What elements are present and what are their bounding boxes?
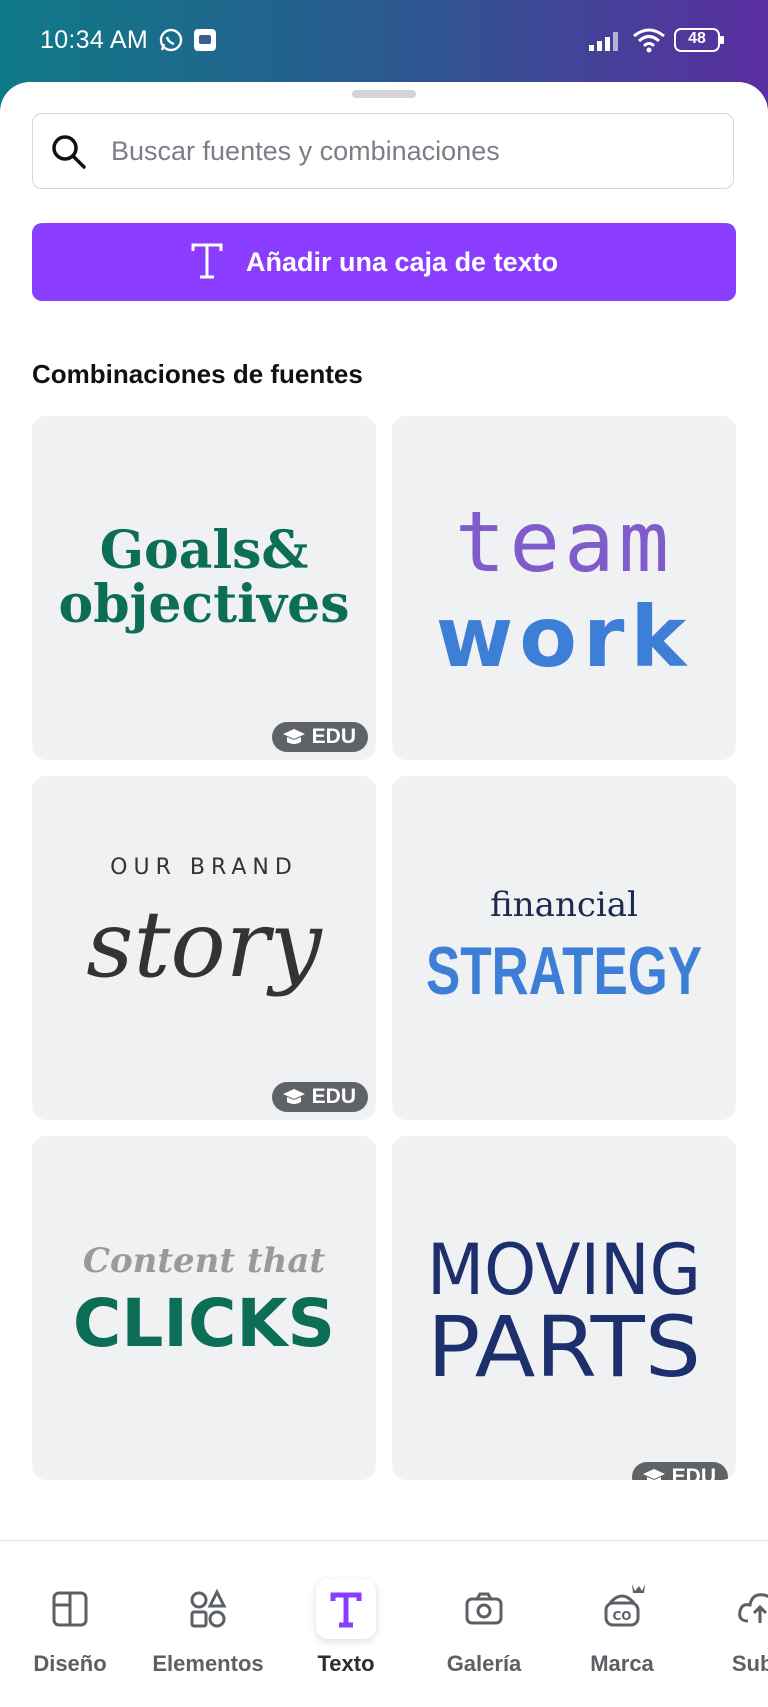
nav-label: Marca — [590, 1651, 654, 1676]
graduation-cap-icon — [282, 729, 305, 744]
combo-line2: CLICKS — [73, 1285, 335, 1362]
edu-badge: EDU — [271, 1082, 368, 1112]
search-icon — [52, 135, 86, 169]
svg-text:CO: CO — [612, 1609, 631, 1623]
sheet-drag-handle[interactable] — [352, 90, 416, 98]
nav-label: Diseño — [33, 1651, 107, 1676]
text-icon — [316, 1579, 376, 1639]
graduation-cap-icon — [642, 1469, 665, 1480]
search-input[interactable]: Buscar fuentes y combinaciones — [32, 113, 734, 189]
font-combinations-grid: Goals& objectives EDU team work OUR BRAN… — [32, 416, 736, 1586]
elements-shapes-icon — [178, 1579, 238, 1639]
camera-icon — [454, 1579, 514, 1639]
add-text-box-button[interactable]: Añadir una caja de texto — [32, 223, 736, 301]
signal-icon — [588, 27, 624, 58]
edu-badge-label: EDU — [311, 1085, 356, 1108]
nav-gallery[interactable]: Galería — [414, 1541, 554, 1681]
brand-kit-icon: CO — [592, 1579, 652, 1639]
font-combo-card[interactable]: MOVING PARTS EDU — [392, 1136, 736, 1480]
combo-line2: PARTS — [427, 1298, 701, 1396]
upload-cloud-icon — [730, 1579, 768, 1639]
battery-icon: 48 — [674, 28, 726, 57]
edu-badge-label: EDU — [671, 1465, 716, 1480]
combo-line2: story — [86, 891, 323, 998]
whatsapp-icon — [158, 27, 184, 58]
nav-label: Elementos — [152, 1651, 264, 1676]
text-panel-sheet: Buscar fuentes y combinaciones Añadir un… — [0, 82, 768, 1707]
graduation-cap-icon — [282, 1089, 305, 1104]
combo-line1: financial — [490, 885, 638, 925]
wifi-icon — [632, 27, 666, 58]
combo-line1: team — [455, 493, 673, 591]
font-combo-card[interactable]: team work — [392, 416, 736, 760]
combo-line2: objectives — [59, 574, 350, 635]
app-notification-icon — [192, 27, 218, 58]
battery-level: 48 — [688, 30, 706, 47]
nav-label: Texto — [317, 1651, 375, 1676]
edu-badge-label: EDU — [311, 725, 356, 748]
status-time: 10:34 AM — [40, 26, 149, 54]
nav-design[interactable]: Diseño — [0, 1541, 140, 1681]
bottom-navigation: Diseño Elementos Texto Galería CO Marca — [0, 1540, 768, 1707]
nav-label: Galería — [446, 1651, 522, 1676]
combo-line1: Content that — [83, 1241, 326, 1281]
combo-line1: OUR BRAND — [110, 855, 298, 880]
design-layout-icon — [40, 1579, 100, 1639]
combo-line2: work — [436, 588, 693, 686]
font-combo-card[interactable]: Content that CLICKS — [32, 1136, 376, 1480]
nav-elements[interactable]: Elementos — [138, 1541, 278, 1681]
edu-badge: EDU — [631, 1462, 728, 1480]
status-bar: 10:34 AM 48 — [0, 0, 768, 84]
nav-text[interactable]: Texto — [276, 1541, 416, 1681]
font-combo-card[interactable]: financial STRATEGY — [392, 776, 736, 1120]
section-title: Combinaciones de fuentes — [32, 359, 363, 389]
font-combo-card[interactable]: OUR BRAND story EDU — [32, 776, 376, 1120]
add-text-box-label: Añadir una caja de texto — [246, 247, 559, 277]
nav-brand[interactable]: CO Marca — [552, 1541, 692, 1681]
font-combo-card[interactable]: Goals& objectives EDU — [32, 416, 376, 760]
combo-line1: Goals& — [100, 520, 309, 581]
search-placeholder: Buscar fuentes y combinaciones — [111, 136, 500, 166]
nav-label: Subir — [731, 1651, 768, 1676]
edu-badge: EDU — [271, 722, 368, 752]
text-icon — [191, 243, 223, 279]
combo-line2: STRATEGY — [426, 933, 702, 1009]
nav-uploads[interactable]: Subir — [690, 1541, 768, 1681]
